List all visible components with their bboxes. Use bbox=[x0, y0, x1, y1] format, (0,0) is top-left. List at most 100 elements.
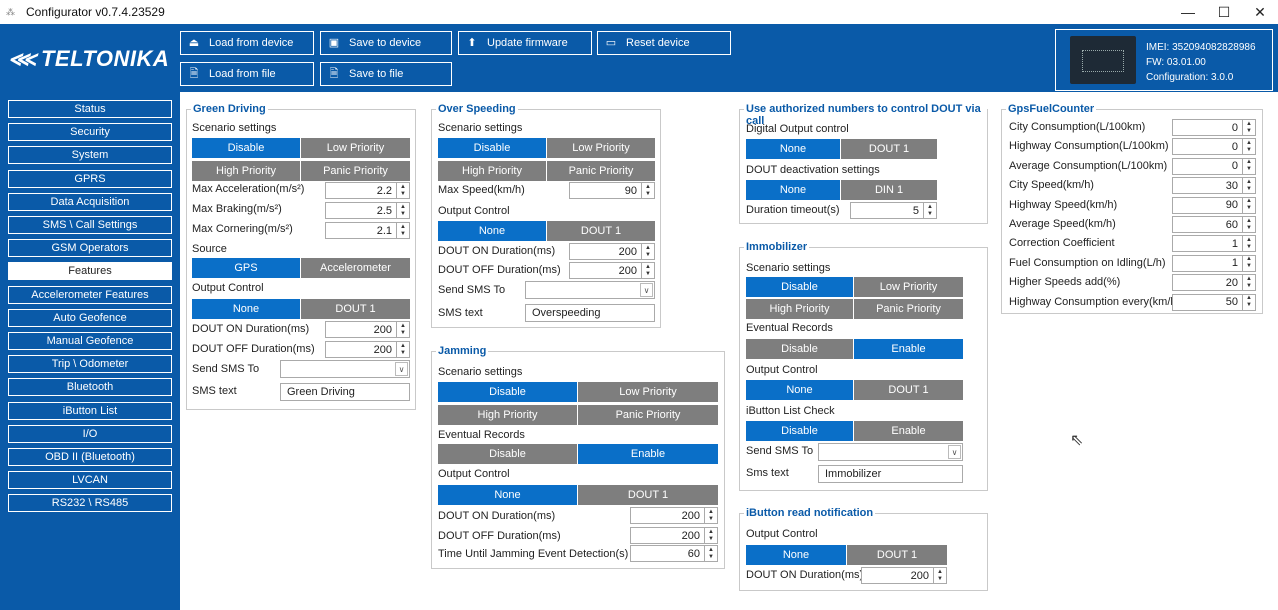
spin-arrows-icon[interactable]: ▲ ▼ bbox=[396, 183, 409, 198]
sidebar-item-lvcan[interactable]: LVCAN bbox=[8, 471, 172, 490]
sidebar-item-rs232-rs485[interactable]: RS232 \ RS485 bbox=[8, 494, 172, 513]
load-from-device-button[interactable]: ⏏ Load from device bbox=[180, 31, 314, 55]
save-to-file-button[interactable]: 🗎 Save to file bbox=[320, 62, 452, 86]
jm-disable-button[interactable]: Disable bbox=[438, 382, 577, 402]
gd-gps-button[interactable]: GPS bbox=[192, 258, 300, 278]
sidebar-item-system[interactable]: System bbox=[8, 146, 172, 165]
sidebar-item-bluetooth[interactable]: Bluetooth bbox=[8, 378, 172, 397]
fuel-row-stepper[interactable]: 0 ▲ ▼ bbox=[1172, 138, 1256, 156]
spin-arrows-icon[interactable]: ▲ ▼ bbox=[1242, 139, 1255, 155]
minimize-button[interactable]: — bbox=[1170, 0, 1206, 24]
gd-dout1-button[interactable]: DOUT 1 bbox=[301, 299, 410, 319]
fuel-row-stepper[interactable]: 30 ▲ ▼ bbox=[1172, 177, 1256, 195]
os-sms-to-select[interactable]: ∨ bbox=[525, 281, 655, 299]
spin-arrows-icon[interactable]: ▲ ▼ bbox=[396, 203, 409, 218]
sidebar-item-trip-odometer[interactable]: Trip \ Odometer bbox=[8, 355, 172, 374]
spin-arrows-icon[interactable]: ▲ ▼ bbox=[641, 183, 654, 198]
gd-max-cor-stepper[interactable]: 2.1 ▲ ▼ bbox=[325, 222, 410, 239]
im-records-enable-button[interactable]: Enable bbox=[854, 339, 963, 359]
im-none-button[interactable]: None bbox=[746, 380, 853, 400]
im-dout1-button[interactable]: DOUT 1 bbox=[854, 380, 963, 400]
gd-max-brk-stepper[interactable]: 2.5 ▲ ▼ bbox=[325, 202, 410, 219]
jm-none-button[interactable]: None bbox=[438, 485, 577, 505]
sidebar-item-features[interactable]: Features bbox=[8, 262, 172, 281]
sidebar-item-i-o[interactable]: I/O bbox=[8, 424, 172, 443]
sidebar-item-sms-call-settings[interactable]: SMS \ Call Settings bbox=[8, 216, 172, 234]
sidebar-item-accelerometer-features[interactable]: Accelerometer Features bbox=[8, 285, 172, 304]
os-dout1-button[interactable]: DOUT 1 bbox=[547, 221, 655, 241]
jm-dout1-button[interactable]: DOUT 1 bbox=[578, 485, 718, 505]
spin-arrows-icon[interactable]: ▲ ▼ bbox=[1242, 275, 1255, 291]
auth-none-button[interactable]: None bbox=[746, 139, 840, 159]
os-on-stepper[interactable]: 200 ▲ ▼ bbox=[569, 243, 655, 260]
load-from-file-button[interactable]: 🗎 Load from file bbox=[180, 62, 314, 86]
gd-disable-button[interactable]: Disable bbox=[192, 138, 300, 158]
fuel-row-stepper[interactable]: 1 ▲ ▼ bbox=[1172, 235, 1256, 253]
sidebar-item-auto-geofence[interactable]: Auto Geofence bbox=[8, 308, 172, 327]
gd-sms-to-select[interactable]: ∨ bbox=[280, 360, 410, 378]
spin-arrows-icon[interactable]: ▲ ▼ bbox=[923, 203, 936, 218]
fuel-row-stepper[interactable]: 20 ▲ ▼ bbox=[1172, 274, 1256, 292]
spin-arrows-icon[interactable]: ▲ ▼ bbox=[1242, 197, 1255, 213]
gd-on-stepper[interactable]: 200 ▲ ▼ bbox=[325, 321, 410, 338]
im-sms-text-input[interactable]: Immobilizer bbox=[818, 465, 963, 483]
spin-arrows-icon[interactable]: ▲ ▼ bbox=[396, 342, 409, 357]
jm-records-enable-button[interactable]: Enable bbox=[578, 444, 718, 464]
spin-arrows-icon[interactable]: ▲ ▼ bbox=[1242, 236, 1255, 252]
os-high-priority-button[interactable]: High Priority bbox=[438, 161, 546, 181]
gd-accelerometer-button[interactable]: Accelerometer bbox=[301, 258, 410, 278]
spin-arrows-icon[interactable]: ▲ ▼ bbox=[641, 244, 654, 259]
auth-deact-none-button[interactable]: None bbox=[746, 180, 840, 200]
update-firmware-button[interactable]: ⬆ Update firmware bbox=[458, 31, 592, 55]
sidebar-item-gprs[interactable]: GPRS bbox=[8, 169, 172, 188]
os-off-stepper[interactable]: 200 ▲ ▼ bbox=[569, 262, 655, 279]
ib-on-stepper[interactable]: 200 ▲ ▼ bbox=[861, 567, 947, 584]
fuel-row-stepper[interactable]: 50 ▲ ▼ bbox=[1172, 293, 1256, 311]
auth-timeout-stepper[interactable]: 5 ▲ ▼ bbox=[850, 202, 937, 219]
maximize-button[interactable]: ☐ bbox=[1206, 0, 1242, 24]
spin-arrows-icon[interactable]: ▲ ▼ bbox=[1242, 217, 1255, 232]
gd-none-button[interactable]: None bbox=[192, 299, 300, 319]
os-none-button[interactable]: None bbox=[438, 221, 546, 241]
jm-high-priority-button[interactable]: High Priority bbox=[438, 405, 577, 425]
fuel-row-stepper[interactable]: 60 ▲ ▼ bbox=[1172, 216, 1256, 233]
gd-off-stepper[interactable]: 200 ▲ ▼ bbox=[325, 341, 410, 358]
gd-panic-priority-button[interactable]: Panic Priority bbox=[301, 161, 410, 181]
im-high-priority-button[interactable]: High Priority bbox=[746, 299, 853, 319]
im-disable-button[interactable]: Disable bbox=[746, 277, 853, 297]
jm-panic-priority-button[interactable]: Panic Priority bbox=[578, 405, 718, 425]
spin-arrows-icon[interactable]: ▲ ▼ bbox=[396, 223, 409, 238]
spin-arrows-icon[interactable]: ▲ ▼ bbox=[704, 528, 717, 543]
spin-arrows-icon[interactable]: ▲ ▼ bbox=[396, 322, 409, 337]
jm-detect-stepper[interactable]: 60 ▲ ▼ bbox=[630, 545, 718, 562]
auth-din1-button[interactable]: DIN 1 bbox=[841, 180, 937, 200]
im-records-disable-button[interactable]: Disable bbox=[746, 339, 853, 359]
ib-none-button[interactable]: None bbox=[746, 545, 846, 565]
save-to-device-button[interactable]: ▣ Save to device bbox=[320, 31, 452, 55]
fuel-row-stepper[interactable]: 0 ▲ ▼ bbox=[1172, 157, 1256, 175]
fuel-row-stepper[interactable]: 90 ▲ ▼ bbox=[1172, 196, 1256, 214]
jm-records-disable-button[interactable]: Disable bbox=[438, 444, 577, 464]
ib-dout1-button[interactable]: DOUT 1 bbox=[847, 545, 947, 565]
gd-high-priority-button[interactable]: High Priority bbox=[192, 161, 300, 181]
spin-arrows-icon[interactable]: ▲ ▼ bbox=[1242, 255, 1255, 271]
os-panic-priority-button[interactable]: Panic Priority bbox=[547, 161, 655, 181]
fuel-row-stepper[interactable]: 0 ▲ ▼ bbox=[1172, 119, 1256, 136]
jm-off-stepper[interactable]: 200 ▲ ▼ bbox=[630, 527, 718, 544]
os-low-priority-button[interactable]: Low Priority bbox=[547, 138, 655, 158]
spin-arrows-icon[interactable]: ▲ ▼ bbox=[641, 263, 654, 278]
auth-dout1-button[interactable]: DOUT 1 bbox=[841, 139, 937, 159]
spin-arrows-icon[interactable]: ▲ ▼ bbox=[1242, 294, 1255, 310]
im-ibutton-disable-button[interactable]: Disable bbox=[746, 421, 853, 441]
gd-sms-text-input[interactable]: Green Driving bbox=[280, 383, 410, 401]
sidebar-item-manual-geofence[interactable]: Manual Geofence bbox=[8, 332, 172, 350]
spin-arrows-icon[interactable]: ▲ ▼ bbox=[1242, 178, 1255, 194]
sidebar-item-data-acquisition[interactable]: Data Acquisition bbox=[8, 192, 172, 211]
os-sms-text-input[interactable]: Overspeeding bbox=[525, 304, 655, 322]
jm-on-stepper[interactable]: 200 ▲ ▼ bbox=[630, 507, 718, 524]
im-low-priority-button[interactable]: Low Priority bbox=[854, 277, 963, 297]
jm-low-priority-button[interactable]: Low Priority bbox=[578, 382, 718, 402]
spin-arrows-icon[interactable]: ▲ ▼ bbox=[1242, 158, 1255, 174]
im-panic-priority-button[interactable]: Panic Priority bbox=[854, 299, 963, 319]
close-button[interactable]: ✕ bbox=[1242, 0, 1278, 24]
